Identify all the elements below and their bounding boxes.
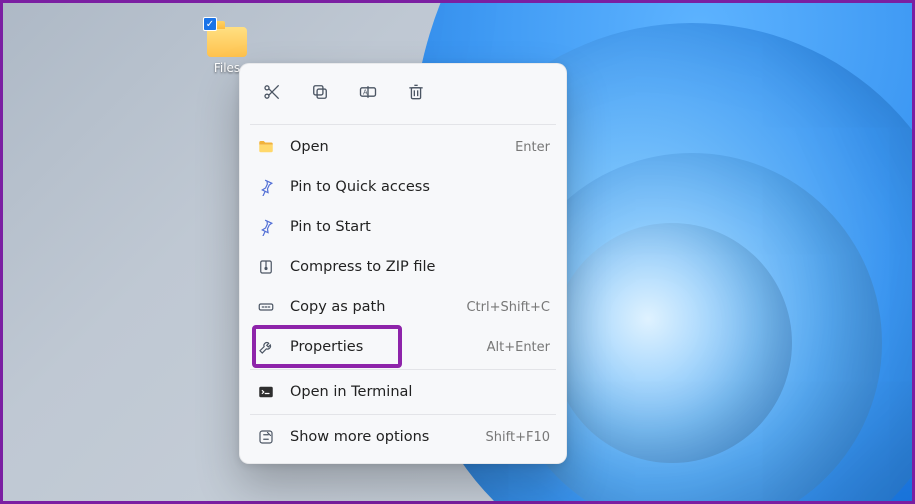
menu-item-open-terminal[interactable]: Open in Terminal [246,372,560,412]
cut-button[interactable] [252,76,292,112]
menu-item-accel: Alt+Enter [487,340,550,355]
menu-item-label: Open [290,139,501,155]
context-top-actions: A [246,70,560,122]
menu-item-label: Compress to ZIP file [290,259,536,275]
menu-item-accel: Shift+F10 [486,430,550,445]
menu-item-label: Pin to Start [290,219,536,235]
menu-item-label: Show more options [290,429,472,445]
menu-item-pin-start[interactable]: Pin to Start [246,207,560,247]
selected-checkbox-icon: ✓ [203,17,217,31]
separator [250,414,556,415]
menu-item-label: Properties [290,339,473,355]
scissors-icon [262,82,282,106]
terminal-icon [256,382,276,402]
wrench-icon [256,337,276,357]
rename-icon: A [358,82,378,106]
menu-item-pin-quick-access[interactable]: Pin to Quick access [246,167,560,207]
menu-item-label: Open in Terminal [290,384,536,400]
context-menu: A Open Enter Pin to Quick access [239,63,567,464]
rename-button[interactable]: A [348,76,388,112]
path-icon [256,297,276,317]
more-options-icon [256,427,276,447]
menu-item-accel: Ctrl+Shift+C [466,300,550,315]
folder-open-icon [256,137,276,157]
separator [250,124,556,125]
menu-item-label: Copy as path [290,299,452,315]
separator [250,369,556,370]
pin-icon [256,217,276,237]
menu-item-compress-zip[interactable]: Compress to ZIP file [246,247,560,287]
zip-icon [256,257,276,277]
menu-item-properties[interactable]: Properties Alt+Enter [246,327,560,367]
menu-item-label: Pin to Quick access [290,179,536,195]
menu-item-open[interactable]: Open Enter [246,127,560,167]
pin-icon [256,177,276,197]
trash-icon [406,82,426,106]
screenshot-frame: ✓ Files A [0,0,915,504]
menu-item-accel: Enter [515,140,550,155]
menu-item-show-more-options[interactable]: Show more options Shift+F10 [246,417,560,457]
svg-text:A: A [363,89,368,97]
copy-button[interactable] [300,76,340,112]
copy-icon [310,82,330,106]
menu-item-copy-as-path[interactable]: Copy as path Ctrl+Shift+C [246,287,560,327]
folder-icon: ✓ [207,27,247,57]
delete-button[interactable] [396,76,436,112]
